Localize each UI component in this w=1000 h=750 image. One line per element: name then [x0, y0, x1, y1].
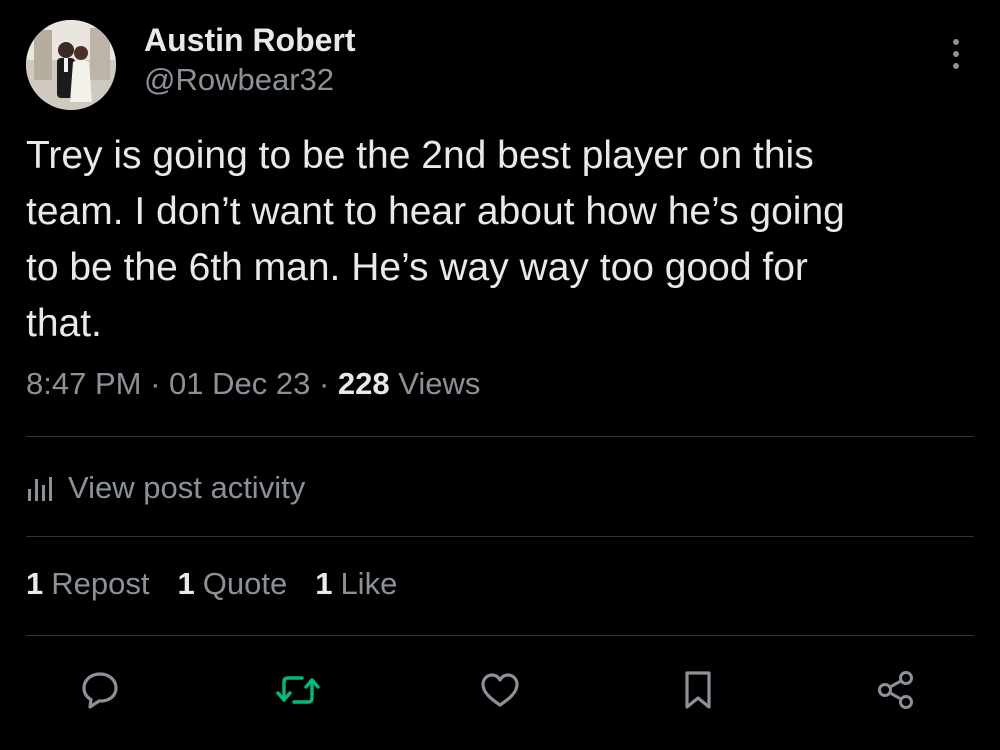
post-meta: 8:47 PM · 01 Dec 23 · 228 Views [26, 366, 480, 402]
share-icon [878, 671, 913, 709]
reposts-count-link[interactable]: 1 Repost [26, 566, 149, 602]
profile-photo-icon [26, 20, 116, 110]
like-button[interactable] [476, 666, 524, 714]
reposts-count: 1 [26, 566, 44, 601]
reposts-label: Repost [51, 566, 150, 601]
likes-count: 1 [315, 566, 333, 601]
share-button[interactable] [872, 666, 920, 714]
engagement-counts: 1 Repost 1 Quote 1 Like [26, 566, 425, 602]
quotes-count-link[interactable]: 1 Quote [177, 566, 287, 602]
repost-button[interactable] [274, 666, 322, 714]
views-count: 228 [337, 366, 390, 401]
quotes-count: 1 [177, 566, 195, 601]
view-post-activity-label: View post activity [68, 470, 306, 505]
avatar[interactable] [26, 20, 116, 110]
likes-label: Like [340, 566, 398, 601]
divider [26, 536, 974, 537]
like-icon [481, 673, 519, 707]
views-label: Views [389, 366, 481, 401]
quotes-label: Quote [202, 566, 288, 601]
meta-separator: · [310, 366, 338, 401]
display-name[interactable]: Austin Robert [144, 22, 356, 59]
bookmark-icon [685, 671, 711, 709]
divider [26, 436, 974, 437]
user-handle[interactable]: @Rowbear32 [144, 62, 334, 98]
divider [26, 635, 974, 636]
post-text: Trey is going to be the 2nd best player … [26, 134, 845, 345]
post-date[interactable]: 01 Dec 23 [169, 366, 310, 401]
view-post-activity-link[interactable]: View post activity [26, 466, 305, 510]
more-vertical-icon [953, 39, 959, 69]
bookmark-button[interactable] [674, 666, 722, 714]
post-time[interactable]: 8:47 PM [26, 366, 141, 401]
reply-button[interactable] [76, 666, 124, 714]
more-options-button[interactable] [938, 36, 974, 72]
reply-icon [82, 672, 118, 709]
meta-separator: · [141, 366, 170, 401]
bar-chart-icon [26, 475, 56, 501]
likes-count-link[interactable]: 1 Like [315, 566, 397, 602]
repost-icon [276, 676, 320, 704]
